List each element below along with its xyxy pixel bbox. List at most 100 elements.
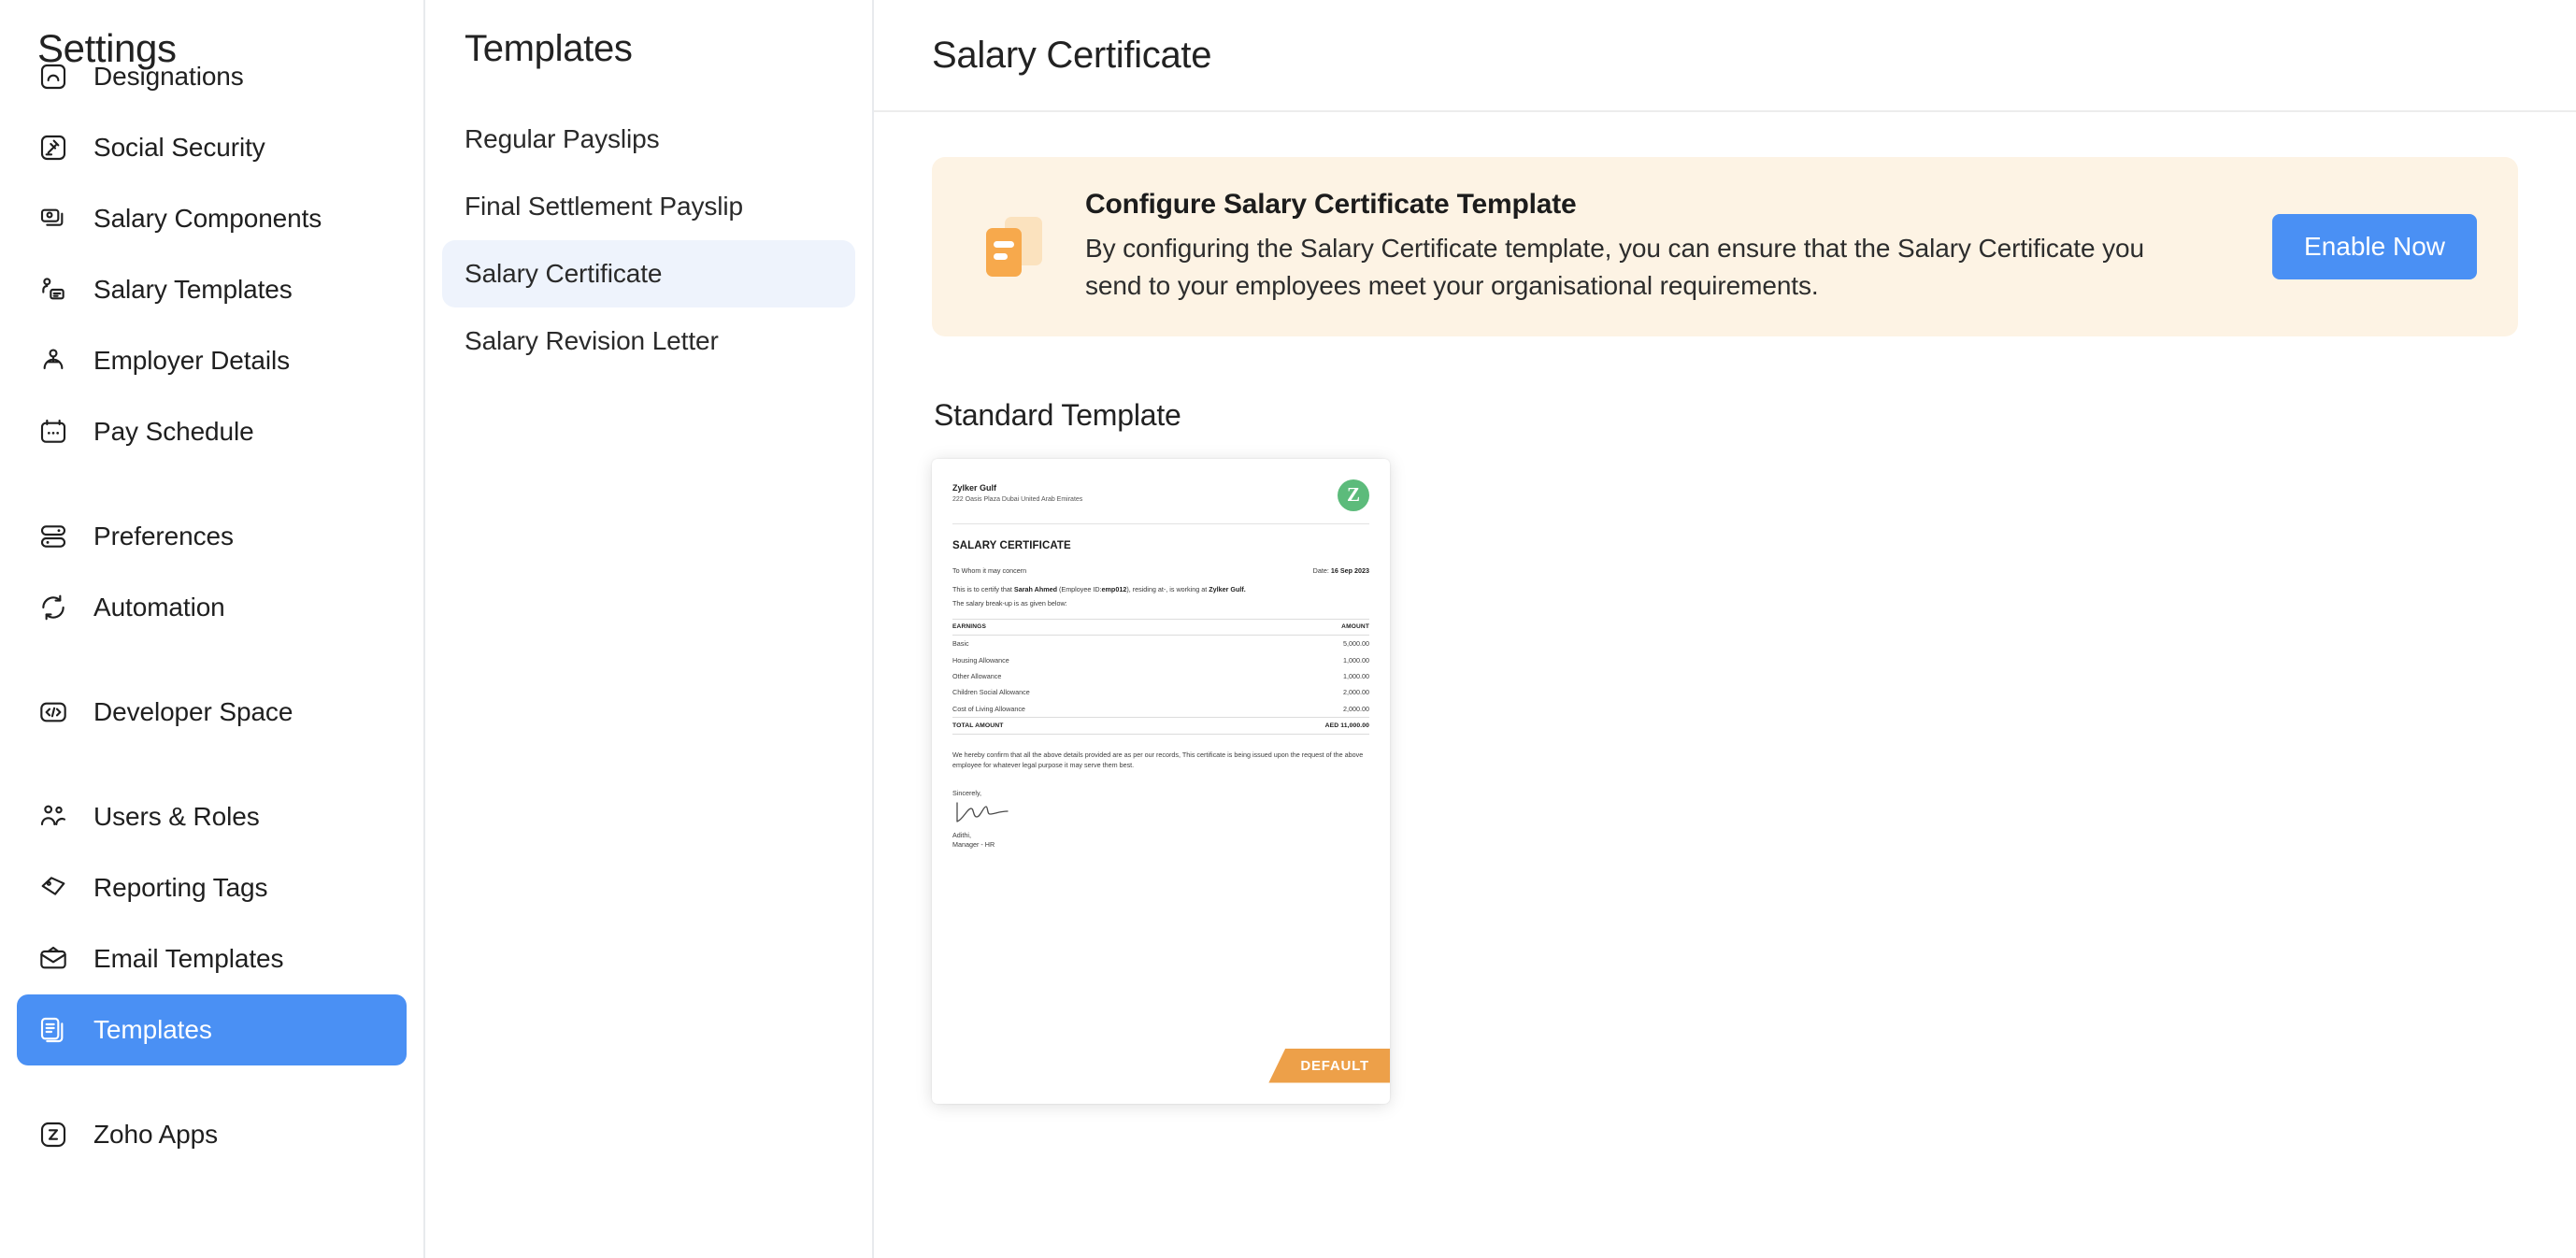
sidebar-item-developer-space[interactable]: Developer Space	[17, 677, 407, 748]
earnings-row: Other Allowance1,000.00	[952, 668, 1369, 684]
certificate-footer-text: We hereby confirm that all the above det…	[952, 750, 1369, 770]
templates-list-panel: Templates Regular PayslipsFinal Settleme…	[425, 0, 874, 1258]
certify-middle: ), residing at-, is working at	[1126, 585, 1207, 593]
documents-icon	[37, 1014, 69, 1046]
sidebar-group-2: Developer Space	[0, 677, 423, 748]
standard-template-heading: Standard Template	[934, 398, 2518, 433]
sidebar-item-email-templates[interactable]: Email Templates	[17, 923, 407, 994]
certificate-preview-card[interactable]: Zylker Gulf 222 Oasis Plaza Dubai United…	[932, 459, 1390, 1104]
earnings-row: Children Social Allowance2,000.00	[952, 684, 1369, 700]
enable-now-button[interactable]: Enable Now	[2272, 214, 2477, 279]
template-item-regular-payslips[interactable]: Regular Payslips	[442, 106, 855, 173]
settings-sidebar: Settings DesignationsSocial SecuritySala…	[0, 0, 425, 1258]
earning-amount: 5,000.00	[1217, 635, 1369, 651]
signer-name: Adithi,	[952, 831, 1369, 840]
certificate-closing: Sincerely,	[952, 789, 1369, 797]
earnings-table: EARNINGS AMOUNT Basic5,000.00Housing All…	[952, 619, 1369, 735]
certificate-salutation: To Whom it may concern	[952, 566, 1026, 575]
sidebar-item-label: Preferences	[93, 522, 234, 551]
total-label: TOTAL AMOUNT	[952, 717, 1217, 734]
employer-details-icon	[37, 345, 69, 377]
employee-id-label: (Employee ID:	[1059, 585, 1102, 593]
gavel-icon	[37, 132, 69, 164]
sliders-icon	[37, 521, 69, 552]
sidebar-item-designations[interactable]: Designations	[17, 41, 407, 112]
sidebar-group-3: Users & Roles Reporting Tags Email Templat…	[0, 781, 423, 1065]
sidebar-item-label: Pay Schedule	[93, 417, 254, 447]
earning-label: Children Social Allowance	[952, 684, 1217, 700]
envelope-icon	[37, 943, 69, 975]
template-item-salary-certificate[interactable]: Salary Certificate	[442, 240, 855, 307]
sidebar-group-0: Designations Social Security Salary Compon…	[0, 41, 423, 467]
sidebar-item-label: Employer Details	[93, 346, 290, 376]
sidebar-item-pay-schedule[interactable]: Pay Schedule	[17, 396, 407, 467]
salary-templates-icon	[37, 274, 69, 306]
designations-icon	[37, 61, 69, 93]
configure-banner: Configure Salary Certificate Template By…	[932, 157, 2518, 336]
sidebar-item-label: Salary Templates	[93, 275, 293, 305]
certificate-breakup-line: The salary break-up is as given below:	[952, 599, 1369, 608]
certificate-org-name: Zylker Gulf	[952, 483, 1082, 493]
earnings-row: Basic5,000.00	[952, 635, 1369, 651]
refresh-icon	[37, 592, 69, 623]
earnings-total-row: TOTAL AMOUNT AED 11,000.00	[952, 717, 1369, 734]
sidebar-item-label: Users & Roles	[93, 802, 260, 832]
sidebar-item-label: Zoho Apps	[93, 1120, 218, 1150]
certificate-org-block: Zylker Gulf 222 Oasis Plaza Dubai United…	[952, 483, 1082, 503]
column-amount: AMOUNT	[1217, 619, 1369, 635]
main-content: Salary Certificate Configure Salary Cert…	[874, 0, 2576, 1258]
template-item-final-settlement-payslip[interactable]: Final Settlement Payslip	[442, 173, 855, 240]
settings-page: Settings DesignationsSocial SecuritySala…	[0, 0, 2576, 1258]
earning-amount: 2,000.00	[1217, 700, 1369, 717]
certificate-preview-wrapper: Zylker Gulf 222 Oasis Plaza Dubai United…	[932, 459, 1390, 1104]
sidebar-item-label: Developer Space	[93, 697, 293, 727]
sidebar-item-automation[interactable]: Automation	[17, 572, 407, 643]
code-icon	[37, 696, 69, 728]
sidebar-item-label: Reporting Tags	[93, 873, 267, 903]
sidebar-item-preferences[interactable]: Preferences	[17, 501, 407, 572]
sidebar-item-reporting-tags[interactable]: Reporting Tags	[17, 852, 407, 923]
main-header: Salary Certificate	[874, 0, 2576, 112]
template-item-salary-revision-letter[interactable]: Salary Revision Letter	[442, 307, 855, 375]
earning-amount: 1,000.00	[1217, 651, 1369, 667]
certify-prefix: This is to certify that	[952, 585, 1012, 593]
templates-panel-title: Templates	[425, 28, 872, 70]
column-earnings: EARNINGS	[952, 619, 1217, 635]
signature-icon	[952, 801, 1369, 825]
sidebar-group-4: Zoho Apps	[0, 1099, 423, 1170]
sidebar-item-label: Social Security	[93, 133, 265, 163]
banner-title: Configure Salary Certificate Template	[1085, 189, 2239, 221]
zoho-apps-icon	[37, 1119, 69, 1151]
templates-list: Regular PayslipsFinal Settlement Payslip…	[425, 106, 872, 375]
sidebar-item-zoho-apps[interactable]: Zoho Apps	[17, 1099, 407, 1170]
sidebar-nav: Designations Social Security Salary Compon…	[0, 62, 423, 1170]
sidebar-item-social-security[interactable]: Social Security	[17, 112, 407, 183]
banner-text: Configure Salary Certificate Template By…	[1085, 189, 2239, 305]
sidebar-item-salary-components[interactable]: Salary Components	[17, 183, 407, 254]
sidebar-item-employer-details[interactable]: Employer Details	[17, 325, 407, 396]
certificate-letterhead: Zylker Gulf 222 Oasis Plaza Dubai United…	[952, 483, 1369, 511]
sidebar-item-label: Templates	[93, 1015, 212, 1045]
employee-name: Sarah Ahmed	[1014, 585, 1057, 593]
certificate-signer: Adithi, Manager - HR	[952, 831, 1369, 850]
page-title: Salary Certificate	[932, 35, 1211, 77]
earning-label: Cost of Living Allowance	[952, 700, 1217, 717]
certificate-document: Zylker Gulf 222 Oasis Plaza Dubai United…	[932, 459, 1390, 851]
calendar-icon	[37, 416, 69, 448]
certificate-certify-line: This is to certify that Sarah Ahmed (Emp…	[952, 585, 1369, 594]
sidebar-item-templates[interactable]: Templates	[17, 994, 407, 1065]
sidebar-item-users-roles[interactable]: Users & Roles	[17, 781, 407, 852]
employee-id: emp012	[1102, 585, 1127, 593]
sidebar-group-1: Preferences Automation	[0, 501, 423, 643]
certificate-date-label: Date:	[1313, 566, 1329, 575]
earnings-table-header-row: EARNINGS AMOUNT	[952, 619, 1369, 635]
earning-label: Housing Allowance	[952, 651, 1217, 667]
users-icon	[37, 801, 69, 833]
certificate-salutation-row: To Whom it may concern Date: 16 Sep 2023	[952, 566, 1369, 575]
sidebar-item-label: Designations	[93, 62, 244, 92]
salary-components-icon	[37, 203, 69, 235]
sidebar-item-label: Salary Components	[93, 204, 322, 234]
sidebar-item-salary-templates[interactable]: Salary Templates	[17, 254, 407, 325]
main-body: Configure Salary Certificate Template By…	[874, 112, 2576, 1104]
earning-amount: 1,000.00	[1217, 668, 1369, 684]
